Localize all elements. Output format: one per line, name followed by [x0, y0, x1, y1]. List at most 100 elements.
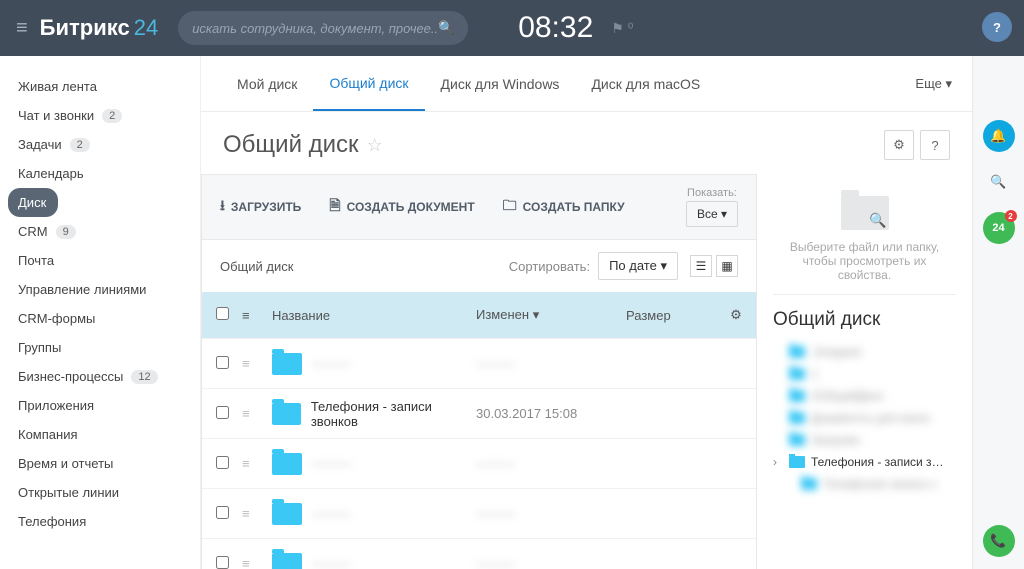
sidebar-item-10[interactable]: Бизнес-процессы 12	[8, 362, 200, 391]
sidebar-item-label: Календарь	[18, 166, 84, 181]
properties-placeholder-text: Выберите файл или папку, чтобы просмотре…	[783, 240, 946, 282]
settings-button[interactable]: ⚙	[884, 130, 914, 160]
page-help-button[interactable]: ?	[920, 130, 950, 160]
size-header[interactable]: Размер	[626, 308, 716, 323]
sidebar-item-8[interactable]: CRM-формы	[8, 304, 200, 333]
search-icon[interactable]: 🔍	[438, 20, 454, 36]
star-icon[interactable]: ☆	[367, 135, 383, 156]
sidebar-item-3[interactable]: Календарь	[8, 159, 200, 188]
tree-item[interactable]: Телефония записи з	[773, 473, 956, 495]
folder-icon	[801, 478, 817, 490]
upload-icon: ⭳	[220, 195, 225, 219]
create-doc-label: СОЗДАТЬ ДОКУМЕНТ	[347, 200, 475, 214]
drag-handle-icon[interactable]: ≡	[242, 406, 272, 421]
upload-button[interactable]: ⭳ ЗАГРУЗИТЬ	[220, 195, 301, 219]
sort-select[interactable]: По дате ▾	[598, 252, 678, 280]
sidebar-item-15[interactable]: Телефония	[8, 507, 200, 536]
sidebar-item-12[interactable]: Компания	[8, 420, 200, 449]
rail-search-button[interactable]: 🔍	[983, 166, 1015, 198]
sidebar-badge: 2	[102, 109, 122, 123]
right-rail: 🔔 🔍 24 2 📞	[972, 56, 1024, 569]
row-checkbox[interactable]	[216, 556, 229, 569]
drag-handle-icon[interactable]: ≡	[242, 456, 272, 471]
sidebar-item-2[interactable]: Задачи2	[8, 130, 200, 159]
help-button[interactable]: ?	[982, 12, 1012, 42]
sidebar-badge: 9	[56, 225, 76, 239]
modified-header[interactable]: Изменен ▾	[476, 307, 626, 323]
table-row[interactable]: ≡——————	[202, 488, 756, 538]
create-folder-button[interactable]: 🗀 СОЗДАТЬ ПАПКУ	[503, 195, 625, 219]
sidebar-item-label: Управление линиями	[18, 282, 146, 297]
sidebar-item-4[interactable]: Диск	[8, 188, 58, 217]
notifications-button[interactable]: 🔔	[983, 120, 1015, 152]
tree-item[interactable]: 1	[773, 363, 956, 385]
create-document-button[interactable]: 🗎 СОЗДАТЬ ДОКУМЕНТ	[329, 195, 474, 219]
sidebar-item-14[interactable]: Открытые линии	[8, 478, 200, 507]
table-row[interactable]: ≡——————	[202, 438, 756, 488]
sidebar-item-9[interactable]: Группы	[8, 333, 200, 362]
tab-0[interactable]: Мой диск	[221, 58, 313, 110]
tab-2[interactable]: Диск для Windows	[425, 58, 576, 110]
folder-icon	[789, 412, 805, 424]
modified-date: ———	[476, 356, 626, 371]
row-checkbox[interactable]	[216, 406, 229, 419]
menu-icon[interactable]: ≡	[16, 17, 28, 40]
sidebar-item-label: Время и отчеты	[18, 456, 113, 471]
tab-3[interactable]: Диск для macOS	[575, 58, 716, 110]
file-table: ≡ Название Изменен ▾ Размер ⚙ ≡——————≡Те…	[201, 292, 757, 569]
search-bar[interactable]: 🔍	[178, 11, 468, 45]
sidebar-item-0[interactable]: Живая лента	[8, 72, 200, 101]
row-checkbox[interactable]	[216, 456, 229, 469]
table-row[interactable]: ≡——————	[202, 538, 756, 569]
drag-handle-icon[interactable]: ≡	[242, 356, 272, 371]
sidebar-item-11[interactable]: Приложения	[8, 391, 200, 420]
tab-1[interactable]: Общий диск	[313, 57, 424, 111]
list-view-button[interactable]: ☰	[690, 255, 712, 277]
sidebar-item-7[interactable]: Управление линиями	[8, 275, 200, 304]
bitrix24-button[interactable]: 24 2	[983, 212, 1015, 244]
modified-date: ———	[476, 506, 626, 521]
row-checkbox[interactable]	[216, 506, 229, 519]
more-button[interactable]: Еще ▾	[915, 76, 952, 92]
sidebar-item-13[interactable]: Время и отчеты	[8, 449, 200, 478]
sidebar-item-6[interactable]: Почта	[8, 246, 200, 275]
sidebar-item-label: Компания	[18, 427, 78, 442]
flag-indicator[interactable]: ⚑ ⁰	[611, 20, 633, 37]
sidebar-item-label: Бизнес-процессы	[18, 369, 123, 384]
folder-icon	[789, 456, 805, 468]
tree-item-label: 2ОбщийДиск	[811, 389, 883, 403]
sidebar-item-1[interactable]: Чат и звонки2	[8, 101, 200, 130]
name-header[interactable]: Название	[272, 308, 476, 323]
sidebar-badge: 12	[131, 370, 157, 384]
clock: 08:32	[518, 11, 593, 45]
sidebar: Живая лентаЧат и звонки2Задачи2Календарь…	[0, 56, 200, 569]
search-input[interactable]	[192, 21, 438, 36]
breadcrumb[interactable]: Общий диск	[220, 259, 293, 274]
tree-item[interactable]: 2ОбщийДиск	[773, 385, 956, 407]
tree-item[interactable]: ›Телефония - записи з…	[773, 451, 956, 473]
select-all-checkbox[interactable]	[216, 307, 229, 320]
row-checkbox[interactable]	[216, 356, 229, 369]
logo-sub: 24	[134, 15, 158, 41]
table-row[interactable]: ≡Телефония - записи звонков30.03.2017 15…	[202, 388, 756, 438]
drag-handle-icon[interactable]: ≡	[242, 506, 272, 521]
tree-item[interactable]: Загрузки	[773, 429, 956, 451]
page-header: Общий диск ☆ ⚙ ?	[201, 112, 972, 174]
drag-handle-icon[interactable]: ≡	[242, 556, 272, 569]
show-select[interactable]: Все ▾	[686, 201, 738, 227]
sidebar-item-label: CRM-формы	[18, 311, 95, 326]
file-name: ———	[312, 556, 351, 569]
sidebar-item-label: Задачи	[18, 137, 62, 152]
logo[interactable]: Битрикс 24	[40, 15, 159, 41]
table-row[interactable]: ≡——————	[202, 338, 756, 388]
grid-view-button[interactable]: ▦	[716, 255, 738, 277]
header: ≡ Битрикс 24 🔍 08:32 ⚑ ⁰	[0, 0, 1024, 56]
tree-item[interactable]: .Dropped	[773, 341, 956, 363]
folder-icon	[272, 403, 301, 425]
sort-label: Сортировать:	[509, 259, 590, 274]
gear-header[interactable]: ⚙	[716, 307, 756, 323]
tree-item[interactable]: Документы для книги	[773, 407, 956, 429]
sidebar-item-5[interactable]: CRM9	[8, 217, 200, 246]
upload-label: ЗАГРУЗИТЬ	[231, 200, 301, 214]
phone-button[interactable]: 📞	[983, 525, 1015, 557]
